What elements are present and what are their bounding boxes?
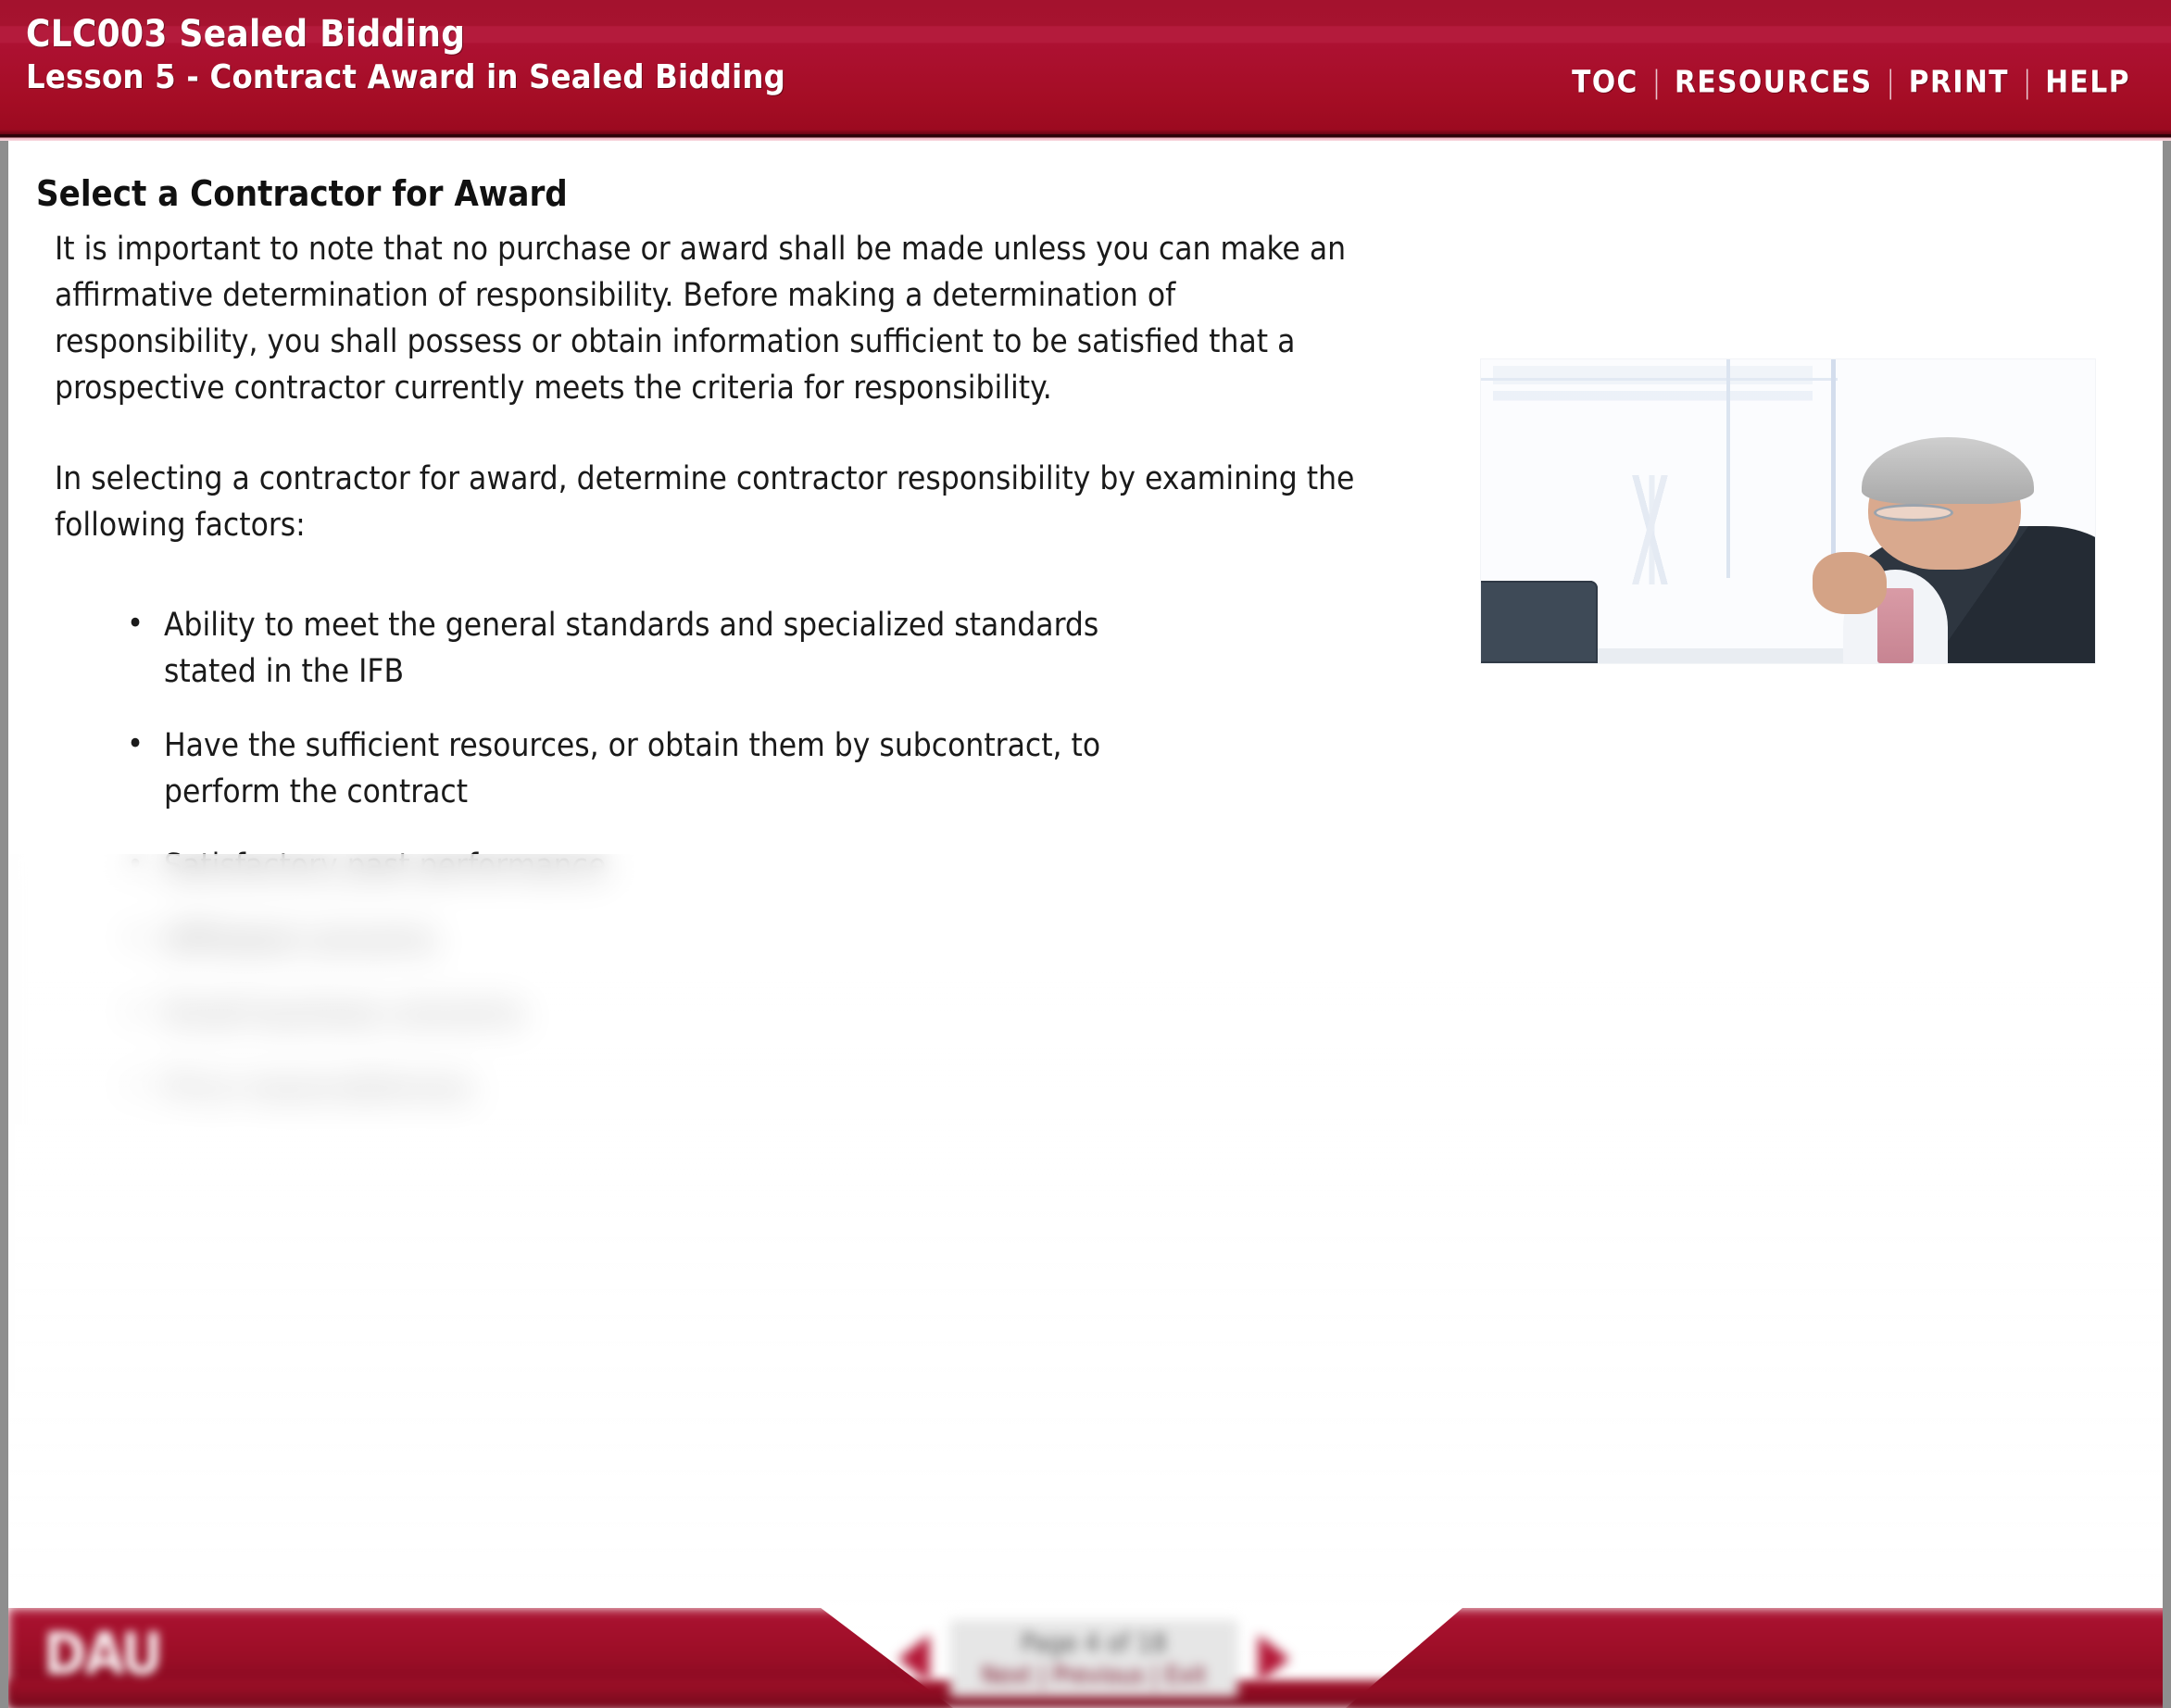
page-indicator-count: Page 4 of 18 bbox=[1021, 1627, 1167, 1658]
nav-separator: | bbox=[1885, 63, 1896, 100]
nav-separator: | bbox=[1650, 63, 1662, 100]
nav-link-help[interactable]: HELP bbox=[2032, 64, 2143, 100]
list-item: Price reasonableness bbox=[127, 1063, 1173, 1111]
header-nav: TOC | RESOURCES | PRINT | HELP bbox=[1559, 64, 2143, 100]
header-title-block: CLC003 Sealed Bidding Lesson 5 - Contrac… bbox=[26, 13, 785, 96]
page-navigation: Page 4 of 18 Next | Previous | Exit bbox=[897, 1620, 1290, 1697]
responsibility-factor-list: Ability to meet the general standards an… bbox=[127, 600, 1379, 1111]
nav-link-print[interactable]: PRINT bbox=[1896, 64, 2022, 100]
paragraph-responsibility-determination: It is important to note that no purchase… bbox=[55, 231, 1347, 407]
paragraph-factors-intro: In selecting a contractor for award, det… bbox=[55, 460, 1355, 544]
list-item: Small business concerns bbox=[127, 989, 1173, 1037]
photo-monitor bbox=[1481, 581, 1598, 663]
list-item: Satisfactory past performance bbox=[127, 841, 1173, 889]
lesson-photo bbox=[1480, 358, 2096, 664]
photo-person-hair bbox=[1862, 436, 2034, 504]
course-footer: DAU Page 4 of 18 Next | Previous | Exit bbox=[8, 1567, 2163, 1708]
footer-right-banner bbox=[1346, 1608, 2163, 1708]
photo-person bbox=[1801, 436, 2095, 663]
page-indicator: Page 4 of 18 Next | Previous | Exit bbox=[949, 1620, 1238, 1697]
triangle-right-icon[interactable] bbox=[1258, 1634, 1290, 1683]
course-header: CLC003 Sealed Bidding Lesson 5 - Contrac… bbox=[0, 0, 2171, 141]
list-item: Have the sufficient resources, or obtain… bbox=[127, 721, 1173, 815]
list-item: Ability to meet the general standards an… bbox=[127, 600, 1173, 695]
page-frame: Select a Contractor for Award It is impo… bbox=[0, 141, 2171, 1708]
triangle-left-icon[interactable] bbox=[897, 1634, 930, 1683]
photo-person-glasses bbox=[1874, 503, 1954, 521]
nav-separator: | bbox=[2022, 63, 2033, 100]
photo-person-hand bbox=[1813, 552, 1887, 615]
list-item: Affiliated concerns bbox=[127, 915, 1173, 963]
page-title: Select a Contractor for Award bbox=[36, 173, 568, 214]
lesson-title: Lesson 5 - Contract Award in Sealed Bidd… bbox=[26, 58, 786, 96]
footer-left-banner bbox=[8, 1608, 953, 1708]
photo-background-plant bbox=[1585, 474, 1721, 584]
footer-base-bar bbox=[8, 1680, 2163, 1708]
lesson-content: Select a Contractor for Award It is impo… bbox=[8, 141, 2163, 1708]
photo-window-mullion-left bbox=[1726, 359, 1731, 579]
dau-logo: DAU bbox=[44, 1620, 163, 1688]
nav-link-toc[interactable]: TOC bbox=[1559, 64, 1651, 100]
course-title: CLC003 Sealed Bidding bbox=[26, 13, 466, 56]
photo-background-chart bbox=[1493, 365, 1813, 415]
page-nav-labels[interactable]: Next | Previous | Exit bbox=[982, 1662, 1207, 1689]
body-copy: It is important to note that no purchase… bbox=[55, 226, 1379, 1139]
nav-link-resources[interactable]: RESOURCES bbox=[1662, 64, 1886, 100]
photo-window-mullion-horizontal bbox=[1481, 377, 1838, 381]
